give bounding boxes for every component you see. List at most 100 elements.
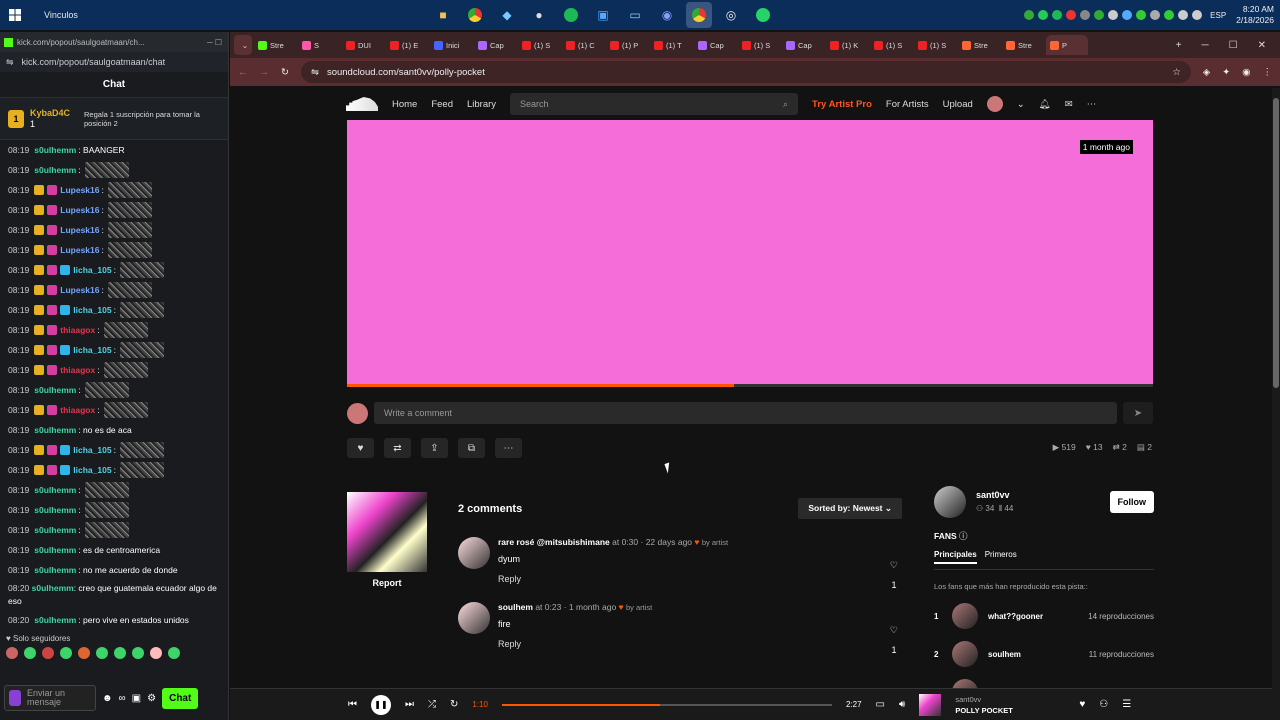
comment-input[interactable]: Write a comment: [374, 402, 1117, 424]
tray-icon[interactable]: [1052, 10, 1063, 20]
extension-icon[interactable]: ◈: [1203, 67, 1210, 78]
nav-feed[interactable]: Feed: [431, 99, 453, 110]
windows-start-button[interactable]: [0, 0, 30, 30]
tab-active[interactable]: P: [1046, 35, 1088, 55]
store-icon[interactable]: ▣: [590, 2, 616, 28]
file-explorer-icon[interactable]: ■: [430, 2, 456, 28]
browser-tab[interactable]: Cap: [474, 35, 516, 55]
settings-icon[interactable]: ⚙: [147, 693, 156, 704]
browser-tab[interactable]: (1) K: [826, 35, 868, 55]
chat-user[interactable]: Lupesk16: [60, 280, 99, 300]
share-button[interactable]: ⇪: [421, 438, 448, 458]
steam-icon[interactable]: ●: [526, 2, 552, 28]
chat-user[interactable]: Lupesk16: [60, 220, 99, 240]
chat-user[interactable]: Lupesk16: [60, 180, 99, 200]
page-scrollbar[interactable]: [1272, 88, 1280, 720]
emote-icon[interactable]: [114, 647, 126, 659]
browser-tab[interactable]: (1) C: [562, 35, 604, 55]
chat-user[interactable]: s0ulhemm: [34, 520, 76, 540]
reply-button[interactable]: Reply: [498, 574, 902, 584]
chat-user[interactable]: s0ulhemm: [34, 610, 76, 630]
fan-name[interactable]: soulhem: [988, 650, 1021, 659]
minimize-icon[interactable]: ─ ☐: [207, 38, 222, 47]
track-artwork-banner[interactable]: 1 month ago: [347, 120, 1153, 386]
obs-icon[interactable]: ◎: [718, 2, 744, 28]
try-artist-pro-link[interactable]: Try Artist Pro: [812, 99, 872, 110]
pause-button[interactable]: ❚❚: [371, 694, 391, 715]
chat-user[interactable]: s0ulhemm: [34, 160, 76, 180]
discord-icon[interactable]: ◉: [654, 2, 680, 28]
tab-primeros[interactable]: Primeros: [985, 550, 1017, 564]
like-button[interactable]: ♥: [347, 438, 374, 458]
language-indicator[interactable]: ESP: [1210, 11, 1226, 20]
reply-button[interactable]: Reply: [498, 639, 902, 649]
browser-tab[interactable]: (1) S: [914, 35, 956, 55]
volume-icon[interactable]: 🔊︎: [899, 699, 905, 710]
gift-icon[interactable]: ▣: [132, 693, 141, 704]
browser-tab[interactable]: (1) S: [518, 35, 560, 55]
chat-user[interactable]: s0ulhemm: [34, 480, 76, 500]
copilot-icon[interactable]: ◆: [494, 2, 520, 28]
upload-link[interactable]: Upload: [943, 99, 973, 110]
chat-user[interactable]: s0ulhemm: [34, 420, 76, 440]
tray-icon[interactable]: [1136, 10, 1147, 20]
scrollbar-thumb[interactable]: [1273, 98, 1279, 388]
next-icon[interactable]: ⏭: [405, 699, 414, 710]
browser-tab[interactable]: Stre: [1002, 35, 1044, 55]
chat-user[interactable]: s0ulhemm: [34, 540, 76, 560]
commenter-avatar[interactable]: [458, 537, 490, 569]
shuffle-icon[interactable]: ⤮: [428, 699, 436, 710]
tray-icon[interactable]: [1024, 10, 1035, 20]
user-avatar[interactable]: [986, 96, 1003, 112]
player-thumbnail[interactable]: [919, 693, 942, 716]
wifi-icon[interactable]: [1178, 10, 1189, 20]
browser-tab[interactable]: S: [298, 35, 340, 55]
report-link[interactable]: Report: [347, 578, 427, 588]
previous-icon[interactable]: ⏮: [348, 699, 357, 710]
tray-icon[interactable]: [1080, 10, 1091, 20]
messages-icon[interactable]: ✉︎: [1065, 99, 1073, 110]
chat-user[interactable]: s0ulhemm: [34, 140, 76, 160]
heart-icon[interactable]: ♡: [890, 620, 898, 640]
bookmark-star-icon[interactable]: ☆: [1172, 67, 1181, 78]
browser-tab[interactable]: Cap: [694, 35, 736, 55]
forward-icon[interactable]: →: [260, 67, 270, 78]
chat-user[interactable]: licha_105: [73, 460, 111, 480]
display-icon[interactable]: ▭: [622, 2, 648, 28]
maximize-icon[interactable]: ☐: [1229, 40, 1238, 51]
browser-tab[interactable]: Cap: [782, 35, 824, 55]
player-title[interactable]: POLLY POCKET: [955, 705, 1065, 716]
browser-tab[interactable]: (1) P: [606, 35, 648, 55]
soundcloud-logo-icon[interactable]: [346, 97, 378, 111]
close-icon[interactable]: ✕: [1258, 40, 1266, 51]
comment-timestamp[interactable]: 0:23: [545, 602, 562, 612]
emote-icon[interactable]: [150, 647, 162, 659]
comment-timestamp[interactable]: 0:30: [622, 537, 639, 547]
chat-user[interactable]: licha_105: [73, 440, 111, 460]
emote-icon[interactable]: [96, 647, 108, 659]
waveform-progress[interactable]: [347, 384, 1153, 387]
artist-name[interactable]: sant0vv: [976, 490, 1013, 500]
cast-icon[interactable]: ▭: [876, 699, 885, 710]
extensions-puzzle-icon[interactable]: ✦: [1222, 67, 1230, 78]
tray-icon[interactable]: [1066, 10, 1077, 20]
browser-menu-icon[interactable]: ⋮: [1263, 67, 1273, 78]
chrome-active-icon[interactable]: [686, 2, 712, 28]
fan-name[interactable]: what??gooner: [988, 612, 1043, 621]
emote-icon[interactable]: [6, 647, 18, 659]
bluetooth-icon[interactable]: [1122, 10, 1133, 20]
player-like-icon[interactable]: ♥: [1079, 699, 1085, 710]
artist-avatar[interactable]: [934, 486, 966, 518]
player-progress[interactable]: [501, 703, 832, 706]
browser-tab[interactable]: (1) S: [870, 35, 912, 55]
chat-user[interactable]: Lupesk16: [60, 240, 99, 260]
reload-icon[interactable]: ↻: [281, 67, 289, 78]
for-artists-link[interactable]: For Artists: [886, 99, 929, 110]
commenter-name[interactable]: soulhem: [498, 602, 533, 612]
more-icon[interactable]: ⋯: [1087, 99, 1097, 110]
chat-user[interactable]: s0ulhemm: [34, 380, 76, 400]
chat-user[interactable]: thiaagox: [60, 320, 95, 340]
url-field[interactable]: ⇋ soundcloud.com/sant0vv/polly-pocket ☆: [300, 61, 1191, 83]
tray-icon[interactable]: [1038, 10, 1049, 20]
browser-tab[interactable]: DUI: [342, 35, 384, 55]
